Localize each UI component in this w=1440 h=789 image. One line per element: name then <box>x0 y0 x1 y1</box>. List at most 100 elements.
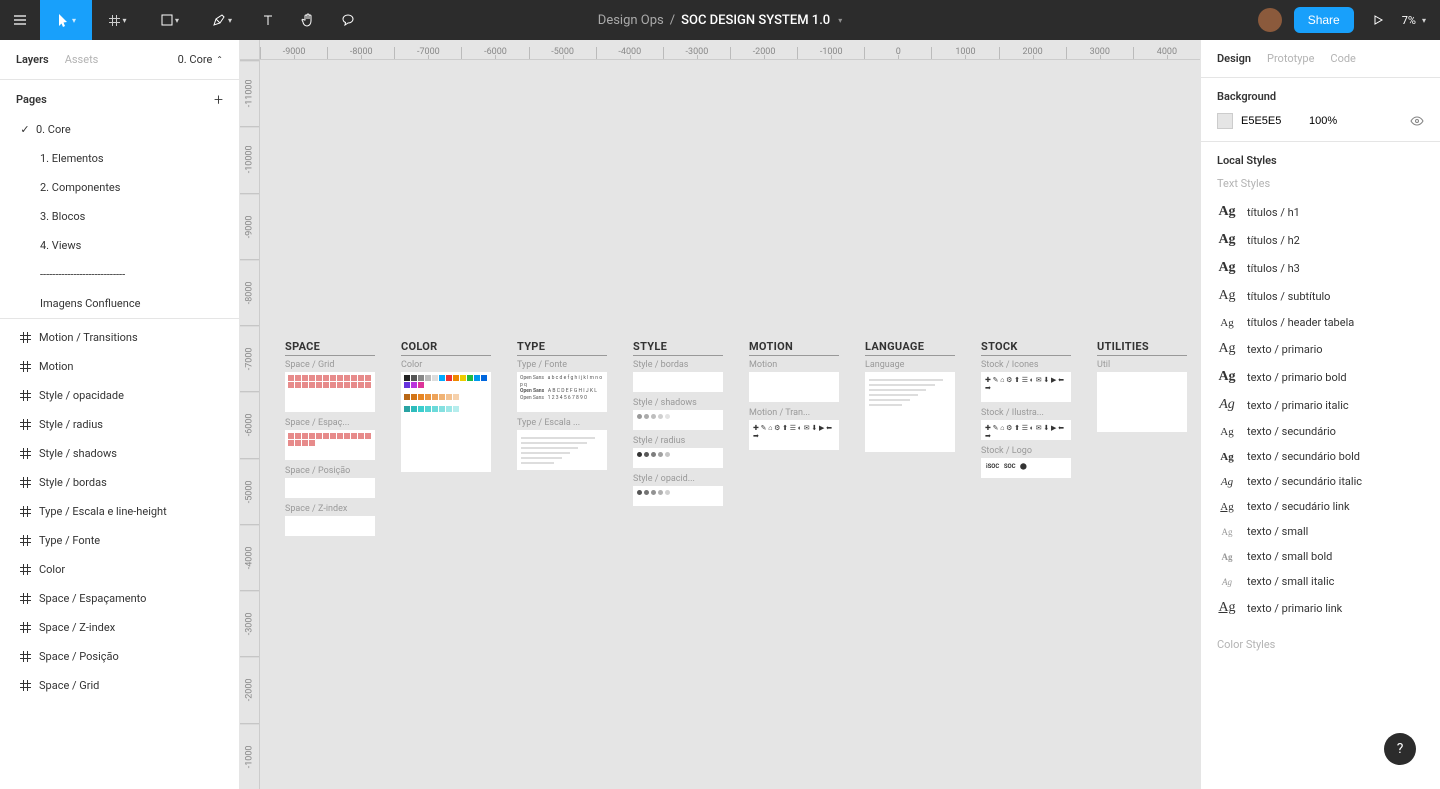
text-style-item[interactable]: Agtexto / small bold <box>1217 544 1424 569</box>
canvas-frame[interactable]: Space / Espaç... <box>285 418 375 460</box>
canvas-frame[interactable]: Style / shadows <box>633 398 723 430</box>
bg-opacity-input[interactable] <box>1309 115 1349 127</box>
canvas-frame[interactable]: Space / Posição <box>285 466 375 498</box>
tab-prototype[interactable]: Prototype <box>1267 52 1314 65</box>
canvas-frame-group[interactable]: STOCKStock / Ícones✚ ✎ ⌂ ⚙ ⬆ ☰ ◐ ✉ ⬇ ▶ ⬅… <box>981 340 1071 542</box>
text-style-item[interactable]: Agtexto / secudário link <box>1217 494 1424 519</box>
canvas-frame[interactable]: Color <box>401 360 491 472</box>
canvas-frame[interactable]: Stock / LogoiSOC SOC ⬤ <box>981 446 1071 478</box>
canvas-frame-group[interactable]: LANGUAGELanguage <box>865 340 955 542</box>
layer-item[interactable]: Space / Posição <box>0 642 239 671</box>
canvas-frame[interactable]: Stock / Ícones✚ ✎ ⌂ ⚙ ⬆ ☰ ◐ ✉ ⬇ ▶ ⬅ ➡ <box>981 360 1071 402</box>
frame-icon <box>20 448 31 459</box>
text-style-preview: Ag <box>1217 204 1237 220</box>
shape-tool[interactable]: ▾ <box>144 0 196 40</box>
text-style-item[interactable]: Agtítulos / h1 <box>1217 198 1424 226</box>
layer-item[interactable]: Color <box>0 555 239 584</box>
visibility-toggle[interactable] <box>1410 114 1424 128</box>
text-style-item[interactable]: Agtexto / primario bold <box>1217 363 1424 391</box>
canvas-frame-group[interactable]: TYPEType / FonteOpen Sans a b c d e f g … <box>517 340 607 542</box>
canvas-frame-group[interactable]: MOTIONMotionMotion / Tran...✚ ✎ ⌂ ⚙ ⬆ ☰ … <box>749 340 839 542</box>
text-style-item[interactable]: Agtítulos / subtítulo <box>1217 282 1424 310</box>
layer-item[interactable]: Type / Fonte <box>0 526 239 555</box>
menu-button[interactable] <box>0 0 40 40</box>
canvas-frame[interactable]: Style / opacid... <box>633 474 723 506</box>
layer-item[interactable]: Style / opacidade <box>0 381 239 410</box>
tab-design[interactable]: Design <box>1217 52 1251 65</box>
layer-item[interactable]: Motion / Transitions <box>0 323 239 352</box>
layer-item[interactable]: Type / Escala e line-height <box>0 497 239 526</box>
text-style-item[interactable]: Agtexto / primario italic <box>1217 391 1424 419</box>
avatar[interactable] <box>1258 8 1282 32</box>
move-tool[interactable]: ▾ <box>40 0 92 40</box>
canvas-frame[interactable]: Type / Escala ... <box>517 418 607 470</box>
canvas-frame[interactable]: Space / Grid <box>285 360 375 412</box>
layer-item[interactable]: Space / Z-index <box>0 613 239 642</box>
bg-color-swatch[interactable] <box>1217 113 1233 129</box>
canvas-frame[interactable]: Language <box>865 360 955 452</box>
ruler-tick: -2000 <box>240 656 259 722</box>
tab-code[interactable]: Code <box>1330 52 1355 65</box>
text-style-item[interactable]: Agtítulos / header tabela <box>1217 310 1424 335</box>
text-style-item[interactable]: Agtexto / primario <box>1217 335 1424 363</box>
layer-item[interactable]: Style / radius <box>0 410 239 439</box>
pages-header: Pages + <box>0 80 239 115</box>
text-style-item[interactable]: Agtítulos / h2 <box>1217 226 1424 254</box>
canvas-frame-group[interactable]: STYLEStyle / bordasStyle / shadowsStyle … <box>633 340 723 542</box>
help-button[interactable]: ? <box>1384 733 1416 765</box>
layer-item[interactable]: Style / shadows <box>0 439 239 468</box>
ruler-vertical: -11000-10000-9000-8000-7000-6000-5000-40… <box>240 60 260 789</box>
page-item[interactable]: 3. Blocos <box>0 202 239 231</box>
page-item[interactable]: 2. Componentes <box>0 173 239 202</box>
comment-tool[interactable] <box>328 0 368 40</box>
frame-title: Type / Fonte <box>517 360 607 370</box>
canvas-frame-group[interactable]: SPACESpace / GridSpace / Espaç...Space /… <box>285 340 375 542</box>
layer-item[interactable]: Motion <box>0 352 239 381</box>
text-style-name: texto / secundário bold <box>1247 450 1360 463</box>
page-selector[interactable]: 0. Core ⌃ <box>178 53 223 66</box>
frame-tool[interactable]: ▾ <box>92 0 144 40</box>
canvas-frame[interactable]: Style / radius <box>633 436 723 468</box>
canvas[interactable]: -9000-8000-7000-6000-5000-4000-3000-2000… <box>240 40 1200 789</box>
layer-item[interactable]: Space / Espaçamento <box>0 584 239 613</box>
page-item[interactable]: Imagens Confluence <box>0 289 239 318</box>
text-style-item[interactable]: Agtexto / small <box>1217 519 1424 544</box>
present-button[interactable] <box>1366 0 1390 40</box>
canvas-frame[interactable]: Útil <box>1097 360 1187 432</box>
canvas-frame[interactable]: Motion <box>749 360 839 402</box>
text-style-item[interactable]: Agtexto / secundário <box>1217 419 1424 444</box>
chevron-up-icon: ⌃ <box>216 55 223 64</box>
canvas-frame[interactable]: Stock / Ilustra...✚ ✎ ⌂ ⚙ ⬆ ☰ ◐ ✉ ⬇ ▶ ⬅ … <box>981 408 1071 440</box>
text-style-item[interactable]: Agtexto / secundário bold <box>1217 444 1424 469</box>
bg-hex-input[interactable] <box>1241 115 1301 127</box>
page-item[interactable]: 1. Elementos <box>0 144 239 173</box>
text-style-item[interactable]: Agtítulos / h3 <box>1217 254 1424 282</box>
canvas-frame[interactable]: Space / Z-index <box>285 504 375 536</box>
text-icon <box>261 13 275 27</box>
layer-item[interactable]: Style / bordas <box>0 468 239 497</box>
text-style-item[interactable]: Agtexto / secundário italic <box>1217 469 1424 494</box>
text-tool[interactable] <box>248 0 288 40</box>
ruler-tick: -9000 <box>260 47 327 59</box>
layer-item[interactable]: Space / Grid <box>0 671 239 700</box>
hand-tool[interactable] <box>288 0 328 40</box>
page-item[interactable]: ✓0. Core <box>0 115 239 144</box>
left-panel-tabs: Layers Assets 0. Core ⌃ <box>0 40 239 80</box>
frame-thumbnail <box>633 486 723 506</box>
text-style-item[interactable]: Agtexto / primario link <box>1217 594 1424 622</box>
file-breadcrumb[interactable]: Design Ops / SOC DESIGN SYSTEM 1.0 ▾ <box>598 13 842 28</box>
zoom-control[interactable]: 7% ▾ <box>1402 14 1426 27</box>
text-style-item[interactable]: Agtexto / small italic <box>1217 569 1424 594</box>
share-button[interactable]: Share <box>1294 7 1354 33</box>
add-page-button[interactable]: + <box>214 90 223 109</box>
canvas-frame[interactable]: Motion / Tran...✚ ✎ ⌂ ⚙ ⬆ ☰ ◐ ✉ ⬇ ▶ ⬅ ➡ <box>749 408 839 450</box>
canvas-frame[interactable]: Style / bordas <box>633 360 723 392</box>
tab-assets[interactable]: Assets <box>65 53 99 66</box>
canvas-frame[interactable]: Type / FonteOpen Sans a b c d e f g h i … <box>517 360 607 412</box>
canvas-frame-group[interactable]: COLORColor <box>401 340 491 542</box>
page-item[interactable]: ---------------------------- <box>0 260 239 289</box>
page-item[interactable]: 4. Views <box>0 231 239 260</box>
tab-layers[interactable]: Layers <box>16 53 49 66</box>
pen-tool[interactable]: ▾ <box>196 0 248 40</box>
canvas-frame-group[interactable]: UTILITIESÚtil <box>1097 340 1187 542</box>
